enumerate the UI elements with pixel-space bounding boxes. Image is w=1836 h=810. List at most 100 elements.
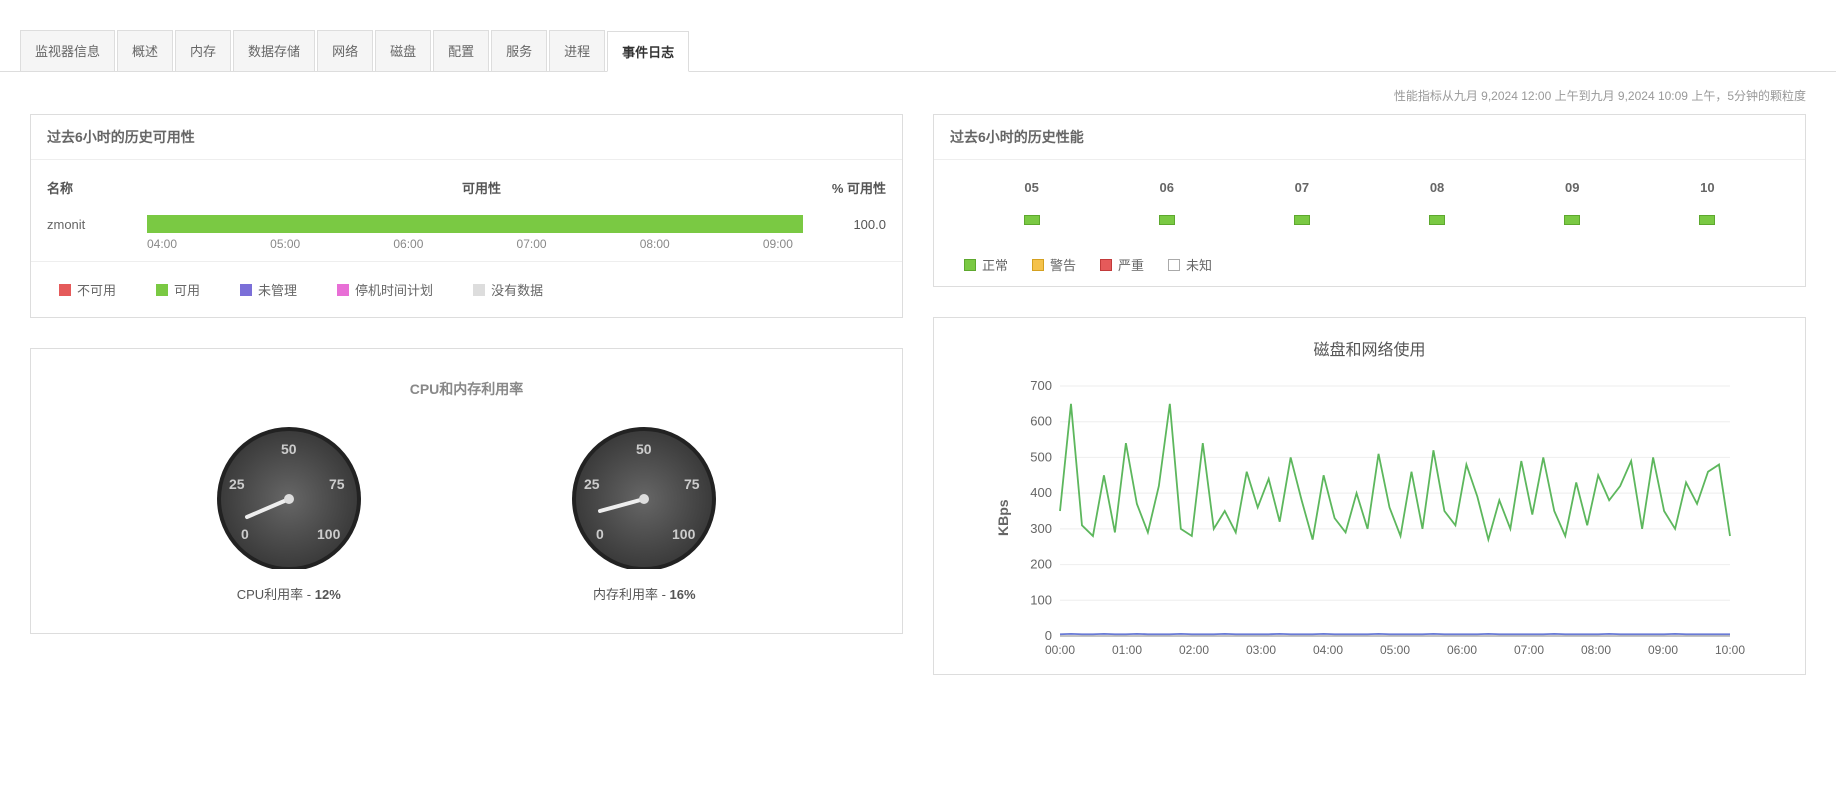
legend-label: 警告 — [1050, 255, 1076, 274]
legend-label: 没有数据 — [491, 280, 543, 299]
status-box-icon — [1024, 215, 1040, 225]
svg-text:0: 0 — [1044, 628, 1051, 643]
svg-text:75: 75 — [329, 476, 345, 492]
svg-text:700: 700 — [1030, 378, 1052, 393]
svg-text:200: 200 — [1030, 557, 1052, 572]
svg-text:100: 100 — [317, 526, 341, 542]
cpu-gauge-icon: 0 25 50 75 100 — [199, 419, 379, 569]
col-percent: % 可用性 — [816, 178, 886, 197]
svg-text:50: 50 — [636, 441, 652, 457]
availability-title: 过去6小时的历史可用性 — [31, 115, 902, 160]
tab-disk[interactable]: 磁盘 — [375, 30, 431, 71]
perf-hour-row: 05 06 07 08 09 10 — [934, 160, 1805, 205]
perf-hour: 06 — [1160, 180, 1174, 195]
tick: 06:00 — [393, 237, 516, 251]
y-axis-label: KBps — [995, 499, 1011, 536]
legend-unavailable: 不可用 — [59, 280, 116, 299]
swatch-red-icon — [1100, 259, 1112, 271]
tab-config[interactable]: 配置 — [433, 30, 489, 71]
time-range-info: 性能指标从九月 9,2024 12:00 上午到九月 9,2024 10:09 … — [0, 72, 1836, 114]
status-box-icon — [1699, 215, 1715, 225]
perf-hour: 09 — [1565, 180, 1579, 195]
swatch-grey-icon — [473, 284, 485, 296]
svg-text:75: 75 — [684, 476, 700, 492]
tab-bar: 监视器信息 概述 内存 数据存储 网络 磁盘 配置 服务 进程 事件日志 — [0, 30, 1836, 72]
svg-text:08:00: 08:00 — [1580, 643, 1610, 657]
legend-nodata: 没有数据 — [473, 280, 543, 299]
tab-overview[interactable]: 概述 — [117, 30, 173, 71]
svg-text:06:00: 06:00 — [1446, 643, 1476, 657]
svg-text:00:00: 00:00 — [1044, 643, 1074, 657]
mem-gauge-icon: 0 25 50 75 100 — [554, 419, 734, 569]
status-box-icon — [1564, 215, 1580, 225]
legend-label: 未管理 — [258, 280, 297, 299]
mem-gauge-label: 内存利用率 - 16% — [554, 584, 734, 603]
status-box-icon — [1294, 215, 1310, 225]
svg-text:05:00: 05:00 — [1379, 643, 1409, 657]
tick: 07:00 — [517, 237, 640, 251]
tab-service[interactable]: 服务 — [491, 30, 547, 71]
mem-gauge-box: 0 25 50 75 100 内存利用率 - 16% — [554, 419, 734, 603]
legend-label: 不可用 — [77, 280, 116, 299]
perf-hour: 05 — [1024, 180, 1038, 195]
availability-bar — [147, 215, 803, 233]
tab-memory[interactable]: 内存 — [175, 30, 231, 71]
status-box-icon — [1429, 215, 1445, 225]
svg-text:10:00: 10:00 — [1714, 643, 1744, 657]
legend-downtime: 停机时间计划 — [337, 280, 433, 299]
tab-process[interactable]: 进程 — [549, 30, 605, 71]
legend-label: 正常 — [982, 255, 1008, 274]
svg-text:03:00: 03:00 — [1245, 643, 1275, 657]
tab-datastore[interactable]: 数据存储 — [233, 30, 315, 71]
row-percent: 100.0 — [816, 217, 886, 232]
svg-text:04:00: 04:00 — [1312, 643, 1342, 657]
table-row: zmonit 100.0 — [31, 205, 902, 233]
tick: 05:00 — [270, 237, 393, 251]
performance-legend: 正常 警告 严重 未知 — [934, 235, 1805, 286]
availability-panel: 过去6小时的历史可用性 名称 可用性 % 可用性 zmonit 100.0 04… — [30, 114, 903, 318]
legend-normal: 正常 — [964, 255, 1008, 274]
perf-hour: 08 — [1430, 180, 1444, 195]
legend-warning: 警告 — [1032, 255, 1076, 274]
cpu-gauge-label: CPU利用率 - 12% — [199, 584, 379, 603]
legend-critical: 严重 — [1100, 255, 1144, 274]
x-axis-ticks: 04:00 05:00 06:00 07:00 08:00 09:00 — [31, 233, 902, 261]
row-name: zmonit — [47, 217, 147, 232]
svg-text:0: 0 — [241, 526, 249, 542]
swatch-green-icon — [156, 284, 168, 296]
svg-text:25: 25 — [584, 476, 600, 492]
swatch-pink-icon — [337, 284, 349, 296]
legend-label: 严重 — [1118, 255, 1144, 274]
swatch-purple-icon — [240, 284, 252, 296]
swatch-white-icon — [1168, 259, 1180, 271]
cpu-mem-panel: CPU和内存利用率 0 25 50 75 100 CP — [30, 348, 903, 634]
svg-text:07:00: 07:00 — [1513, 643, 1543, 657]
svg-text:300: 300 — [1030, 521, 1052, 536]
legend-label: 可用 — [174, 280, 200, 299]
legend-label: 未知 — [1186, 255, 1212, 274]
tab-monitor-info[interactable]: 监视器信息 — [20, 30, 115, 71]
svg-text:400: 400 — [1030, 485, 1052, 500]
svg-text:600: 600 — [1030, 414, 1052, 429]
svg-text:25: 25 — [229, 476, 245, 492]
disk-network-title: 磁盘和网络使用 — [934, 318, 1805, 366]
svg-text:100: 100 — [1030, 592, 1052, 607]
legend-unknown: 未知 — [1168, 255, 1212, 274]
disk-network-panel: 磁盘和网络使用 KBps 0 100 200 300 400 500 600 700 00:00… — [933, 317, 1806, 675]
svg-text:02:00: 02:00 — [1178, 643, 1208, 657]
tab-network[interactable]: 网络 — [317, 30, 373, 71]
perf-status-row — [934, 205, 1805, 235]
svg-text:100: 100 — [672, 526, 696, 542]
perf-hour: 07 — [1295, 180, 1309, 195]
legend-label: 停机时间计划 — [355, 280, 433, 299]
cpu-gauge-box: 0 25 50 75 100 CPU利用率 - 12% — [199, 419, 379, 603]
svg-text:50: 50 — [281, 441, 297, 457]
tick: 04:00 — [147, 237, 270, 251]
svg-text:09:00: 09:00 — [1647, 643, 1677, 657]
tab-event-log[interactable]: 事件日志 — [607, 31, 689, 72]
tick: 09:00 — [763, 237, 886, 251]
col-availability: 可用性 — [147, 178, 816, 197]
swatch-red-icon — [59, 284, 71, 296]
tick: 08:00 — [640, 237, 763, 251]
svg-text:500: 500 — [1030, 449, 1052, 464]
